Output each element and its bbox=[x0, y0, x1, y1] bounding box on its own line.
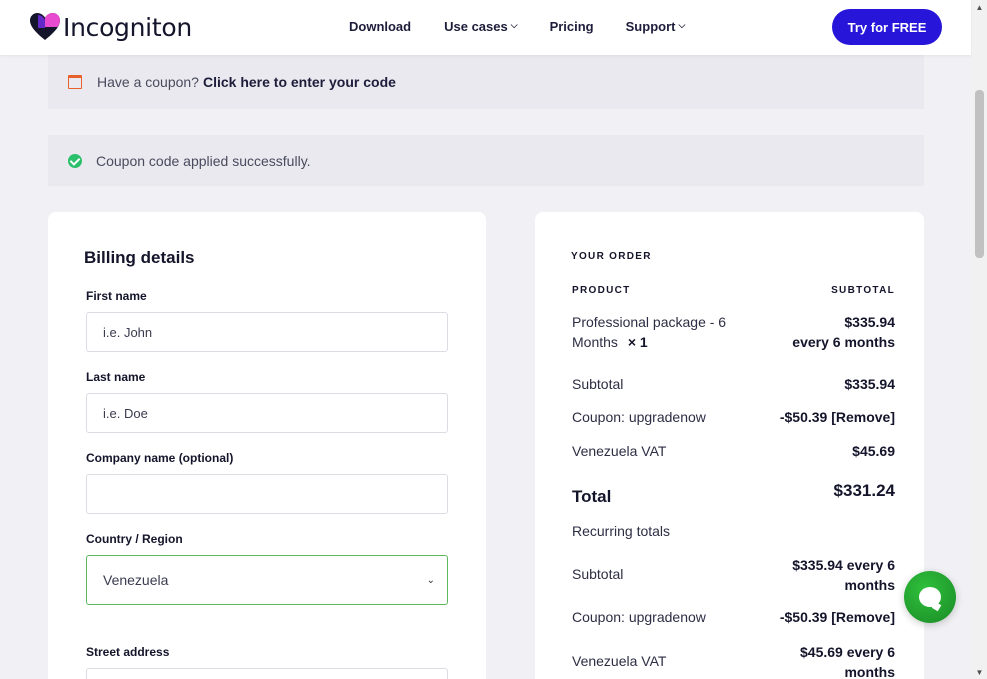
recurring-totals-label: Recurring totals bbox=[572, 523, 671, 539]
recurring-subtotal-value: $335.94 every 6 months bbox=[792, 555, 895, 595]
nav-download[interactable]: Download bbox=[349, 19, 411, 34]
product-period: every 6 months bbox=[792, 334, 895, 350]
subtotal-column-header: SUBTOTAL bbox=[831, 285, 895, 296]
scroll-down-arrow-icon[interactable]: ▼ bbox=[975, 668, 984, 677]
nav-support[interactable]: Support ⌵ bbox=[626, 19, 686, 34]
heart-logo-icon bbox=[30, 13, 60, 40]
first-name-field[interactable]: i.e. John bbox=[86, 312, 448, 352]
last-name-label: Last name bbox=[86, 370, 146, 384]
nav-label: Pricing bbox=[549, 19, 594, 34]
calendar-icon bbox=[68, 75, 82, 89]
coupon-label: Coupon: upgradenow bbox=[572, 409, 706, 425]
vat-label: Venezuela VAT bbox=[572, 443, 667, 459]
recurring-coupon-label: Coupon: upgradenow bbox=[572, 609, 706, 625]
nav-label: Support bbox=[625, 19, 676, 34]
coupon-notice: Have a coupon? Click here to enter your … bbox=[48, 55, 924, 109]
your-order-heading: YOUR ORDER bbox=[571, 251, 652, 262]
subtotal-label: Subtotal bbox=[572, 376, 624, 392]
brand-name: Incogniton bbox=[63, 12, 192, 42]
product-price-value: $335.94 bbox=[844, 314, 895, 330]
country-label: Country / Region bbox=[86, 532, 183, 546]
chevron-down-icon: ⌵ bbox=[678, 20, 686, 30]
remove-coupon-link[interactable]: -$50.39 [Remove] bbox=[780, 409, 895, 425]
coupon-discount: -$50.39 [Remove] bbox=[779, 409, 895, 425]
country-select[interactable]: Venezuela ⌄ bbox=[86, 555, 448, 605]
first-name-placeholder: i.e. John bbox=[103, 324, 153, 340]
page-scrollbar[interactable]: ▲ ▼ bbox=[972, 0, 987, 679]
nav-label: Download bbox=[349, 19, 412, 34]
coupon-prefix: Have a coupon? bbox=[97, 74, 199, 90]
chat-button[interactable] bbox=[904, 571, 956, 623]
coupon-applied-text: Coupon code applied successfully. bbox=[96, 152, 311, 169]
chevron-down-icon: ⌄ bbox=[426, 574, 435, 586]
country-value: Venezuela bbox=[103, 572, 169, 588]
company-name-label: Company name (optional) bbox=[86, 451, 234, 465]
total-value: $331.24 bbox=[833, 481, 895, 500]
nav-use-cases[interactable]: Use cases ⌵ bbox=[444, 19, 517, 34]
order-card: YOUR ORDER PRODUCT SUBTOTAL Professional… bbox=[535, 212, 924, 679]
recurring-coupon-discount: -$50.39 [Remove] bbox=[779, 609, 895, 625]
scrollbar-thumb[interactable] bbox=[975, 90, 984, 258]
chat-icon bbox=[919, 587, 941, 607]
recurring-vat-period: months bbox=[844, 664, 895, 679]
enter-coupon-link[interactable]: Click here to enter your code bbox=[203, 74, 396, 90]
coupon-applied-notice: Coupon code applied successfully. bbox=[48, 135, 924, 186]
recurring-subtotal-amount: $335.94 every 6 bbox=[792, 557, 895, 573]
first-name-label: First name bbox=[86, 289, 147, 303]
recurring-vat-label: Venezuela VAT bbox=[572, 653, 667, 669]
street-address-field[interactable] bbox=[86, 668, 448, 679]
vat-value: $45.69 bbox=[852, 443, 895, 459]
brand-logo[interactable]: Incogniton bbox=[29, 11, 192, 43]
subtotal-amount: $335.94 bbox=[844, 376, 895, 392]
nav-label: Use cases bbox=[444, 19, 508, 34]
try-for-free-button[interactable]: Try for FREE bbox=[832, 9, 942, 45]
vat-amount: $45.69 bbox=[852, 443, 895, 459]
check-circle-icon bbox=[68, 153, 82, 168]
recurring-vat-value: $45.69 every 6 months bbox=[800, 642, 895, 679]
billing-card: Billing details First name i.e. John Las… bbox=[48, 212, 486, 679]
billing-title: Billing details bbox=[84, 248, 195, 267]
site-header: Incogniton Download Use cases ⌵ Pricing … bbox=[0, 0, 971, 55]
scroll-up-arrow-icon[interactable]: ▲ bbox=[975, 3, 984, 12]
main-nav: Download Use cases ⌵ Pricing Support ⌵ bbox=[349, 19, 685, 34]
last-name-placeholder: i.e. Doe bbox=[103, 405, 148, 421]
last-name-field[interactable]: i.e. Doe bbox=[86, 393, 448, 433]
recurring-remove-coupon-link[interactable]: -$50.39 [Remove] bbox=[780, 609, 895, 625]
product-column-header: PRODUCT bbox=[572, 285, 631, 296]
nav-pricing[interactable]: Pricing bbox=[550, 19, 594, 34]
street-address-label: Street address bbox=[86, 645, 170, 659]
total-label: Total bbox=[572, 487, 612, 506]
product-name-text: Professional package - 6 Months bbox=[572, 314, 727, 350]
product-price: $335.94 every 6 months bbox=[792, 312, 895, 352]
recurring-subtotal-label: Subtotal bbox=[572, 566, 624, 582]
subtotal-value: $335.94 bbox=[844, 376, 895, 392]
recurring-subtotal-period: months bbox=[844, 577, 895, 593]
recurring-vat-amount: $45.69 every 6 bbox=[800, 644, 895, 660]
chevron-down-icon: ⌵ bbox=[510, 20, 518, 30]
product-name: Professional package - 6 Months × 1 bbox=[572, 312, 747, 352]
company-name-field[interactable] bbox=[86, 474, 448, 514]
product-quantity: × 1 bbox=[627, 334, 648, 350]
